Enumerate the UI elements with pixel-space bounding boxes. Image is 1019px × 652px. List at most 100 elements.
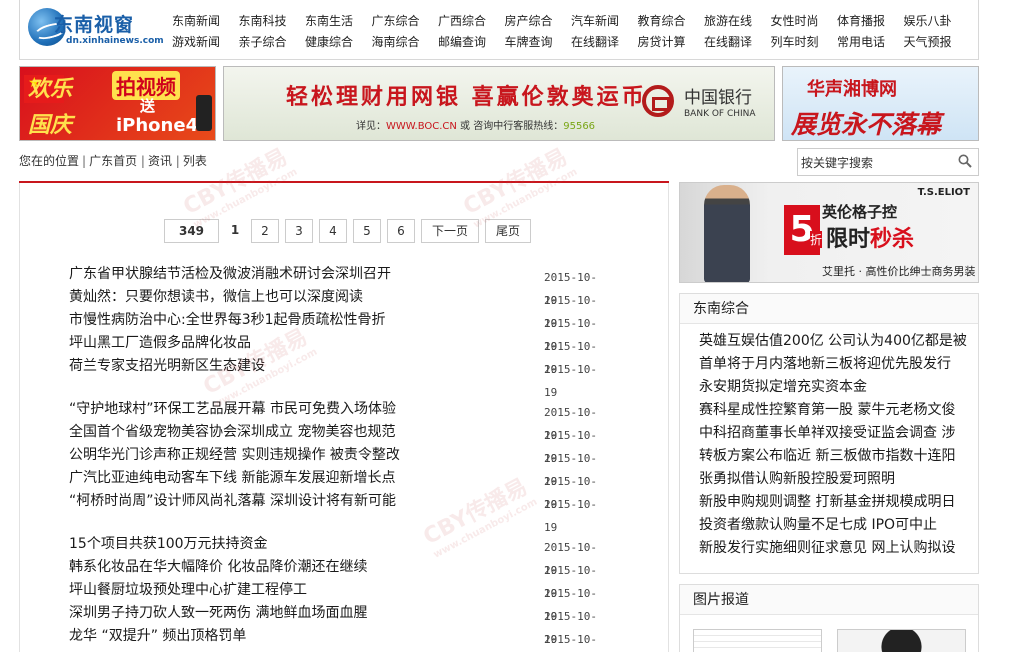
- ad-brand: T.S.ELIOT: [917, 187, 970, 198]
- ad-tagline: 艾里托 · 高性价比绅士商务男装: [822, 265, 976, 278]
- nav-link[interactable]: 列车时刻: [771, 32, 838, 53]
- phone-icon: [196, 95, 212, 131]
- nav-link[interactable]: 常用电话: [837, 32, 904, 53]
- news-date: 2015-10-19: [544, 633, 597, 646]
- nav-link[interactable]: 在线翻译: [571, 32, 638, 53]
- banner-boc[interactable]: 轻松理财用网银 喜赢伦敦奥运币 详见：WWW.BOC.CN 或 咨询中行客服热线…: [223, 66, 775, 141]
- sidebar-news-link[interactable]: 新股发行实施细则征求意见 网上认购拟设: [699, 537, 969, 560]
- nav-link[interactable]: 房产综合: [505, 11, 572, 32]
- nav-link[interactable]: 女性时尚: [771, 11, 838, 32]
- banner-mid-title: 轻松理财用网银 喜赢伦敦奥运币: [286, 84, 647, 110]
- nav-link[interactable]: 健康综合: [305, 32, 372, 53]
- sidebar-news-link[interactable]: 赛科星成性控繁育第一股 蒙牛元老杨文俊: [699, 399, 969, 422]
- nav-link[interactable]: 东南新闻: [172, 11, 239, 32]
- pagination-last[interactable]: 尾页: [485, 219, 531, 243]
- sidebar-news-link[interactable]: 英雄互娱估值200亿 公司认为400亿都是被: [699, 330, 969, 353]
- news-title-link[interactable]: 荷兰专家支招光明新区生态建设: [69, 358, 265, 374]
- news-title-link[interactable]: 公明华光门诊声称正规经营 实则违规操作 被责令整改: [69, 447, 400, 463]
- search-input[interactable]: [801, 153, 951, 172]
- news-title-link[interactable]: “柯桥时尚周”设计师风尚礼落幕 深圳设计将有新可能: [69, 493, 396, 509]
- news-title-link[interactable]: 广东省甲状腺结节活检及微波消融术研讨会深圳召开: [69, 266, 391, 282]
- breadcrumb-link-news[interactable]: 资讯: [148, 154, 172, 168]
- nav-link[interactable]: 体育播报: [837, 11, 904, 32]
- sidebar-news-link[interactable]: 新股申购规则调整 打新基金拼规模成明日: [699, 491, 969, 514]
- banner-left-text-4: iPhone4: [116, 115, 199, 136]
- nav-link[interactable]: 游戏新闻: [172, 32, 239, 53]
- nav-link[interactable]: 在线翻译: [704, 32, 771, 53]
- breadcrumb: 您在的位置 | 广东首页 | 资讯 | 列表: [19, 152, 210, 169]
- news-title-link[interactable]: 市慢性病防治中心:全世界每3秒1起骨质疏松性骨折: [69, 312, 386, 328]
- nav-link[interactable]: 教育综合: [638, 11, 705, 32]
- boc-logo-icon: [642, 85, 674, 117]
- news-item: “守护地球村”环保工艺品展开幕 市民可免费入场体验 2015-10-19: [69, 398, 609, 442]
- search-icon[interactable]: [958, 154, 972, 168]
- sidebar-dongnan-title: 东南综合: [680, 294, 978, 324]
- pagination-current: 1: [225, 219, 245, 243]
- banner-mid-subtitle: 详见：WWW.BOC.CN 或 咨询中行客服热线：95566: [356, 117, 595, 132]
- pagination-page-4[interactable]: 4: [319, 219, 347, 243]
- news-title-link[interactable]: 黄灿然：只要你想读书，微信上也可以深度阅读: [69, 289, 363, 305]
- news-item: 市慢性病防治中心:全世界每3秒1起骨质疏松性骨折 2015-10-19: [69, 309, 609, 353]
- news-list-group-1: 广东省甲状腺结节活检及微波消融术研讨会深圳召开 2015-10-19 黄灿然：只要你…: [69, 263, 609, 399]
- nav-link[interactable]: 亲子综合: [239, 32, 306, 53]
- nav-row-1: 东南新闻 东南科技 东南生活 广东综合 广西综合 房产综合 汽车新闻 教育综合 旅游在线 女性时尚…: [172, 11, 972, 32]
- news-title-link[interactable]: 广汽比亚迪纯电动客车下线 新能源车发展迎新增长点: [69, 470, 395, 486]
- pagination-page-5[interactable]: 5: [353, 219, 381, 243]
- sidebar-news-link[interactable]: 首单将于月内落地新三板将迎优先股发行: [699, 353, 969, 376]
- sidebar-dongnan-list: 英雄互娱估值200亿 公司认为400亿都是被 首单将于月内落地新三板将迎优先股发行…: [680, 324, 978, 560]
- site-logo[interactable]: 东南视窗 dn.xinhainews.com: [28, 6, 164, 52]
- banner-right-title: 华声湘博网: [807, 79, 897, 100]
- news-title-link[interactable]: 坪山餐厨垃圾预处理中心扩建工程停工: [69, 582, 307, 598]
- news-title-link[interactable]: 韩系化妆品在华大幅降价 化妆品降价潮还在继续: [69, 559, 367, 575]
- sidebar-news-link[interactable]: 永安期货拟定增充实资本金: [699, 376, 969, 399]
- nav-link[interactable]: 海南综合: [372, 32, 439, 53]
- news-item: 坪山黑工厂造假多品牌化妆品 2015-10-19: [69, 332, 609, 376]
- photo-thumbnail[interactable]: [693, 629, 822, 652]
- nav-link[interactable]: 广东综合: [372, 11, 439, 32]
- news-title-link[interactable]: 坪山黑工厂造假多品牌化妆品: [69, 335, 251, 351]
- breadcrumb-label: 您在的位置: [19, 154, 80, 168]
- nav-link[interactable]: 邮编查询: [438, 32, 505, 53]
- news-list-group-3: 15个项目共获100万元扶持资金 2015-10-19 韩系化妆品在华大幅降价 化妆…: [69, 533, 609, 648]
- nav-link[interactable]: 娱乐八卦: [904, 11, 971, 32]
- sidebar-pics-title: 图片报道: [680, 585, 978, 615]
- nav-link[interactable]: 天气预报: [904, 32, 971, 53]
- nav-link[interactable]: 东南科技: [239, 11, 306, 32]
- pagination-page-3[interactable]: 3: [285, 219, 313, 243]
- nav-link[interactable]: 房贷计算: [638, 32, 705, 53]
- photo-thumbnail[interactable]: [837, 629, 966, 652]
- pagination-page-6[interactable]: 6: [387, 219, 415, 243]
- news-title-link[interactable]: “守护地球村”环保工艺品展开幕 市民可免费入场体验: [69, 401, 396, 417]
- sidebar-news-link[interactable]: 张勇拟借认购新股控股爱珂照明: [699, 468, 969, 491]
- breadcrumb-current: 列表: [182, 154, 207, 168]
- sidebar-dongnan: 东南综合 英雄互娱估值200亿 公司认为400亿都是被 首单将于月内落地新三板将迎…: [679, 293, 979, 574]
- breadcrumb-separator: |: [175, 154, 180, 168]
- logo-url: dn.xinhainews.com: [66, 36, 164, 46]
- nav-link[interactable]: 汽车新闻: [571, 11, 638, 32]
- news-item: 韩系化妆品在华大幅降价 化妆品降价潮还在继续 2015-10-19: [69, 556, 609, 600]
- sidebar-pics: 图片报道: [679, 584, 979, 652]
- breadcrumb-separator: |: [82, 154, 87, 168]
- main-content: 349 1 2 3 4 5 6 下一页 尾页 广东省甲状腺结节活检及微波消融术研…: [19, 145, 669, 652]
- ad-headline: 英伦格子控: [822, 203, 898, 221]
- pagination: 349 1 2 3 4 5 6 下一页 尾页: [164, 219, 537, 243]
- nav-link[interactable]: 广西综合: [438, 11, 505, 32]
- ad-menswear[interactable]: T.S.ELIOT 5 英伦格子控 限时秒杀 折 艾里托 · 高性价比绅士商务男…: [679, 182, 979, 283]
- sidebar-news-link[interactable]: 投资者缴款认购量不足七成 IPO可中止: [699, 514, 969, 537]
- news-title-link[interactable]: 全国首个省级宠物美容协会深圳成立 宠物美容也规范: [69, 424, 395, 440]
- banner-exhibition[interactable]: 华声湘博网 展览永不落幕: [782, 66, 979, 141]
- news-title-link[interactable]: 15个项目共获100万元扶持资金: [69, 536, 268, 552]
- nav-link[interactable]: 东南生活: [305, 11, 372, 32]
- news-title-link[interactable]: 深圳男子持刀砍人致一死两伤 满地鲜血场面血腥: [69, 605, 367, 621]
- news-list-group-2: “守护地球村”环保工艺品展开幕 市民可免费入场体验 2015-10-19 全国首个省…: [69, 398, 609, 534]
- news-item: 坪山餐厨垃圾预处理中心扩建工程停工 2015-10-19: [69, 579, 609, 623]
- sidebar-news-link[interactable]: 转板方案公布临近 新三板做市指数十连阳: [699, 445, 969, 468]
- nav-link[interactable]: 旅游在线: [704, 11, 771, 32]
- breadcrumb-link-home[interactable]: 广东首页: [89, 154, 137, 168]
- pagination-next[interactable]: 下一页: [421, 219, 479, 243]
- nav-link[interactable]: 车牌查询: [505, 32, 572, 53]
- banner-iphone-promo[interactable]: 欢乐 国庆 拍视频 送 iPhone4: [19, 66, 216, 141]
- news-title-link[interactable]: 龙华 “双提升” 频出顶格罚单: [69, 628, 246, 644]
- pagination-page-2[interactable]: 2: [251, 219, 279, 243]
- sidebar-news-link[interactable]: 中科招商董事长单祥双接受证监会调查 涉: [699, 422, 969, 445]
